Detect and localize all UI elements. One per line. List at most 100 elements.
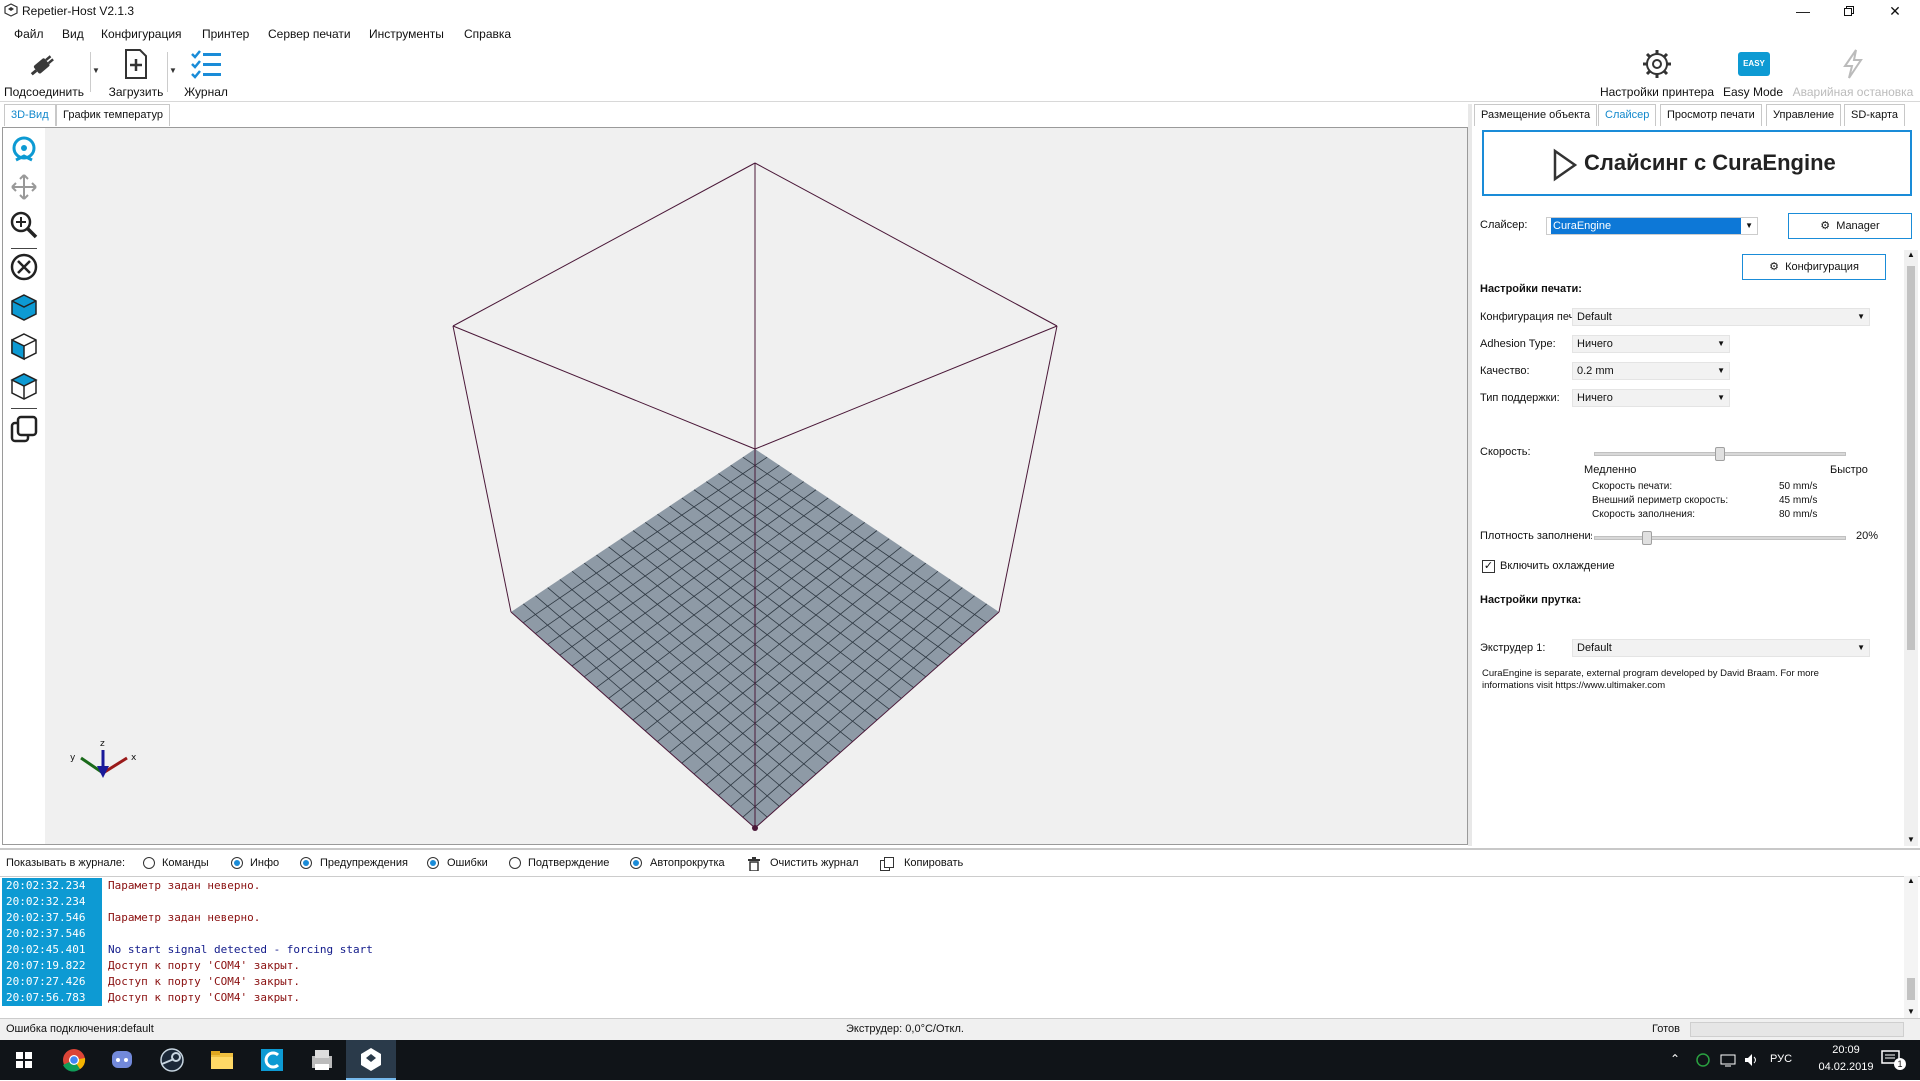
quality-select[interactable]: 0.2 mm ▼: [1572, 362, 1730, 380]
speed-slow-label: Медленно: [1584, 464, 1637, 476]
load-button[interactable]: Загрузить: [104, 44, 168, 100]
tab-sd-card[interactable]: SD-карта: [1844, 104, 1906, 126]
windows-start-icon[interactable]: [0, 1044, 48, 1076]
chevron-up-icon[interactable]: ⌃: [1670, 1052, 1680, 1066]
log-row[interactable]: 20:02:32.234 Параметр задан неверно.: [0, 878, 1900, 894]
support-type-select[interactable]: Ничего ▼: [1572, 389, 1730, 407]
filter-ack-toggle[interactable]: [509, 857, 521, 869]
volume-icon[interactable]: [1744, 1053, 1760, 1067]
cube-side-view-icon[interactable]: [9, 331, 39, 361]
menu-printer[interactable]: Принтер: [202, 27, 249, 41]
tab-object-placement[interactable]: Размещение объекта: [1474, 104, 1598, 126]
discord-icon[interactable]: [98, 1044, 146, 1076]
speed-fast-label: Быстро: [1830, 464, 1868, 476]
network-icon[interactable]: [1720, 1053, 1736, 1067]
file-explorer-icon[interactable]: [198, 1044, 246, 1076]
menu-file[interactable]: Файл: [14, 27, 44, 41]
infill-density-slider-thumb[interactable]: [1642, 531, 1653, 545]
steam-icon[interactable]: [148, 1044, 196, 1076]
log-row[interactable]: 20:07:27.426 Доступ к порту 'COM4' закрыт…: [0, 974, 1900, 990]
cube-top-view-icon[interactable]: [9, 371, 39, 401]
log-button[interactable]: Журнал: [178, 44, 234, 100]
autoscroll-toggle[interactable]: [630, 857, 642, 869]
restore-icon[interactable]: [1826, 0, 1872, 22]
menu-help[interactable]: Справка: [464, 27, 511, 41]
clock-time[interactable]: 20:09: [1818, 1044, 1874, 1056]
scroll-down-icon[interactable]: ▼: [1904, 1007, 1918, 1016]
manager-button[interactable]: ⚙ Manager: [1788, 213, 1912, 239]
tab-manual-control[interactable]: Управление: [1766, 104, 1842, 126]
emergency-stop-button[interactable]: Аварийная остановка: [1790, 44, 1916, 100]
minimize-icon[interactable]: —: [1780, 0, 1826, 22]
log-row[interactable]: 20:02:32.234: [0, 894, 1900, 910]
object-view-icon[interactable]: [9, 414, 39, 444]
ccleaner-icon[interactable]: [248, 1044, 296, 1076]
settings-scrollbar[interactable]: ▲ ▼: [1904, 250, 1918, 846]
infill-speed-value: 80 mm/s: [1779, 509, 1818, 520]
speed-slider-thumb[interactable]: [1715, 447, 1725, 461]
slicer-configuration-button[interactable]: ⚙ Конфигурация: [1742, 254, 1886, 280]
easy-mode-button[interactable]: EASY Easy Mode: [1720, 44, 1786, 100]
tray-app-icon[interactable]: [1696, 1053, 1710, 1067]
close-icon[interactable]: ✕: [1872, 0, 1918, 22]
scroll-down-icon[interactable]: ▼: [1904, 835, 1918, 844]
log-row[interactable]: 20:02:45.401 No start signal detected - f…: [0, 942, 1900, 958]
notification-center-icon[interactable]: 1: [1880, 1048, 1906, 1072]
chevron-down-icon: ▼: [1717, 339, 1725, 348]
log-row[interactable]: 20:02:37.546: [0, 926, 1900, 942]
scrollbar-thumb[interactable]: [1907, 978, 1915, 1000]
filter-info-toggle[interactable]: [231, 857, 243, 869]
menu-tools[interactable]: Инструменты: [369, 27, 444, 41]
chrome-icon[interactable]: [50, 1044, 98, 1076]
filter-errors-toggle[interactable]: [427, 857, 439, 869]
printer-settings-button[interactable]: Настройки принтера: [1598, 44, 1716, 100]
scroll-up-icon[interactable]: ▲: [1904, 250, 1918, 259]
view-tabs: 3D-Вид График температур: [0, 104, 1470, 128]
menu-configuration[interactable]: Конфигурация: [101, 27, 182, 41]
tab-print-preview[interactable]: Просмотр печати: [1660, 104, 1762, 126]
tab-temperature-chart[interactable]: График температур: [56, 104, 170, 126]
log-timestamp: 20:07:19.822: [2, 958, 102, 974]
filter-warnings-toggle[interactable]: [300, 857, 312, 869]
cooling-checkbox[interactable]: ✓: [1482, 560, 1495, 573]
filter-commands-toggle[interactable]: [143, 857, 155, 869]
log-scrollbar[interactable]: ▲ ▼: [1904, 876, 1918, 1018]
slicer-select[interactable]: CuraEngine ▼: [1546, 217, 1758, 235]
printer-app-icon[interactable]: [298, 1044, 346, 1076]
log-row[interactable]: 20:02:37.546 Параметр задан неверно.: [0, 910, 1900, 926]
log-list[interactable]: 20:02:32.234 Параметр задан неверно. 20:02…: [0, 876, 1920, 1018]
cube-front-view-icon[interactable]: [9, 292, 39, 322]
extruder-1-select[interactable]: Default ▼: [1572, 639, 1870, 657]
move-view-icon[interactable]: [9, 172, 39, 202]
rotate-view-icon[interactable]: [9, 134, 39, 164]
3d-viewport[interactable]: z y x: [45, 128, 1467, 844]
infill-density-slider[interactable]: [1594, 536, 1846, 540]
fit-view-icon[interactable]: [9, 252, 39, 282]
chevron-down-icon: ▼: [1857, 643, 1865, 652]
scrollbar-thumb[interactable]: [1907, 266, 1915, 650]
load-dropdown-arrow[interactable]: ▼: [169, 66, 177, 75]
connect-button[interactable]: Подсоединить: [2, 44, 86, 100]
connect-dropdown-arrow[interactable]: ▼: [92, 66, 100, 75]
scroll-up-icon[interactable]: ▲: [1904, 876, 1918, 885]
tab-3d-view[interactable]: 3D-Вид: [4, 104, 56, 126]
filter-info-label: Инфо: [250, 857, 280, 869]
log-row[interactable]: 20:07:19.822 Доступ к порту 'COM4' закрыт…: [0, 958, 1900, 974]
log-message: No start signal detected - forcing start: [108, 943, 373, 956]
tab-slicer[interactable]: Слайсер: [1598, 104, 1657, 126]
menu-print-server[interactable]: Сервер печати: [268, 27, 351, 41]
adhesion-type-select[interactable]: Ничего ▼: [1572, 335, 1730, 353]
menu-bar: Файл Вид Конфигурация Принтер Сервер печ…: [0, 24, 1920, 44]
copy-log-button[interactable]: Копировать: [880, 854, 970, 872]
menu-view[interactable]: Вид: [62, 27, 84, 41]
input-language[interactable]: РУС: [1770, 1053, 1792, 1065]
clear-log-button[interactable]: Очистить журнал: [748, 854, 863, 872]
zoom-icon[interactable]: [9, 210, 39, 240]
log-message: Доступ к порту 'COM4' закрыт.: [108, 991, 301, 1004]
log-row[interactable]: 20:07:56.783 Доступ к порту 'COM4' закрыт…: [0, 990, 1900, 1006]
slice-with-curaengine-button[interactable]: Слайсинг с CuraEngine: [1482, 130, 1912, 196]
taskbar-repetier-active[interactable]: [346, 1040, 396, 1080]
print-config-select[interactable]: Default ▼: [1572, 308, 1870, 326]
clock-date[interactable]: 04.02.2019: [1814, 1061, 1878, 1073]
extruder-1-label: Экструдер 1:: [1480, 642, 1546, 654]
